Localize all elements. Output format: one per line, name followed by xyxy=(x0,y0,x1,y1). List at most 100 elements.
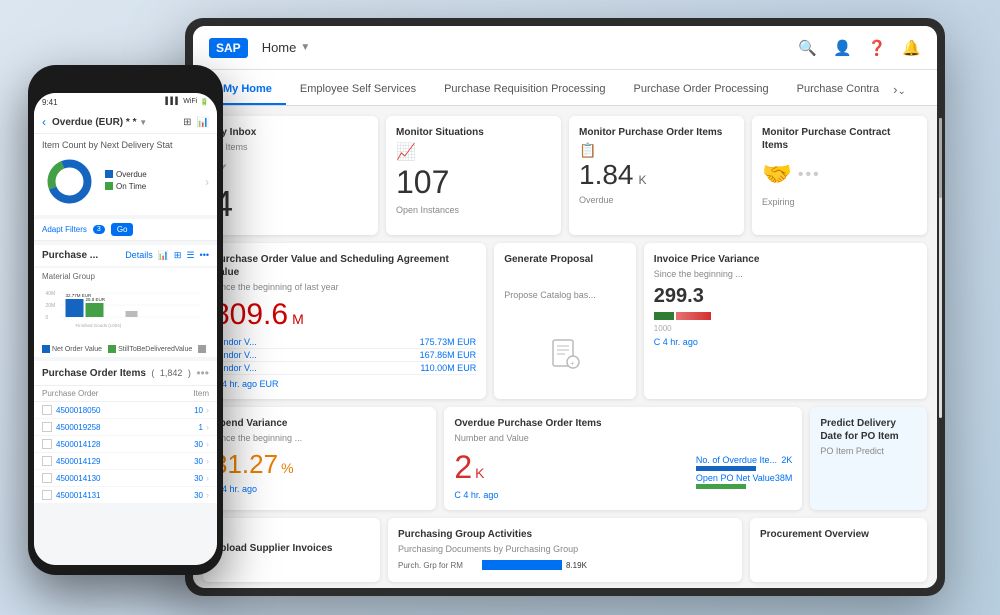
tabs-expand[interactable]: ⌄ xyxy=(898,86,906,105)
po-value-footer: C 4 hr. ago EUR xyxy=(213,379,476,389)
spend-unit: % xyxy=(281,460,293,476)
phone-title-text: Overdue (EUR) * xyxy=(52,117,130,128)
legend-ontime: On Time xyxy=(105,182,147,191)
phone-list-header: Purchase Order Items ( 1,842 ) ••• xyxy=(34,361,217,386)
row-checkbox[interactable] xyxy=(42,422,52,432)
item-number: 30 xyxy=(173,440,203,449)
overdue-footer: C 4 hr. ago xyxy=(454,490,498,500)
tab-purchase-requisition[interactable]: Purchase Requisition Processing xyxy=(430,83,619,105)
spend-title: Spend Variance xyxy=(213,417,426,430)
ontime-dot xyxy=(105,182,113,190)
overdue-bar-green xyxy=(696,484,746,489)
procurement-title: Procurement Overview xyxy=(760,528,917,541)
home-nav[interactable]: Home ▼ xyxy=(262,40,311,55)
phone-title-arrow[interactable]: ▼ xyxy=(139,118,147,127)
chart-view-icon[interactable]: 📊 xyxy=(197,117,209,128)
tile-spend-variance[interactable]: Spend Variance Since the beginning ... 3… xyxy=(203,407,436,510)
tile-generate-proposal[interactable]: Generate Proposal Propose Catalog bas...… xyxy=(494,243,636,399)
row-checkbox[interactable] xyxy=(42,439,52,449)
phone-header-actions: ⊞ 📊 xyxy=(183,117,209,128)
list-more-icon[interactable]: ••• xyxy=(196,366,209,380)
po-value-number: 809.6 xyxy=(213,298,288,332)
spend-footer: C 4 hr. ago xyxy=(213,484,426,494)
inbox-check-icon: ✓ xyxy=(213,158,368,183)
po-number: 4500018050 xyxy=(56,406,173,415)
purch-bar-label: Purch. Grp for RM xyxy=(398,561,478,570)
po-value-group: 809.6 M xyxy=(213,298,476,332)
handshake-icon: 🤝 xyxy=(762,160,792,189)
tile-my-inbox[interactable]: My Inbox All Items ✓ 4 xyxy=(203,116,378,235)
adapt-filters-button[interactable]: Adapt Filters xyxy=(42,225,87,234)
chart-title: Item Count by Next Delivery Stat xyxy=(42,140,209,150)
details-link[interactable]: Details xyxy=(125,250,153,261)
tile-invoice-price-variance[interactable]: Invoice Price Variance Since the beginni… xyxy=(644,243,927,399)
list-item[interactable]: 4500018050 10 › xyxy=(34,402,217,419)
overdue-unit: K xyxy=(475,465,484,481)
row-checkbox[interactable] xyxy=(42,490,52,500)
ipv-value: 299.3 xyxy=(654,285,917,308)
row-checkbox[interactable] xyxy=(42,473,52,483)
row-chevron[interactable]: › xyxy=(206,439,209,449)
list-count-num: 1,842 xyxy=(160,368,183,378)
donut-chart-container: Overdue On Time › xyxy=(42,154,209,209)
tab-purchase-order[interactable]: Purchase Order Processing xyxy=(620,83,783,105)
home-label: Home xyxy=(262,40,297,55)
user-icon[interactable]: 👤 xyxy=(833,39,852,57)
chart-nav-arrow[interactable]: › xyxy=(205,175,209,189)
predict-title: Predict Delivery Date for PO Item xyxy=(820,417,917,443)
tile-po-value[interactable]: Purchase Order Value and Scheduling Agre… xyxy=(203,243,486,399)
table-view-icon[interactable]: ⊞ xyxy=(183,117,191,128)
tile-purchasing-group[interactable]: Purchasing Group Activities Purchasing D… xyxy=(388,518,742,582)
list-item[interactable]: 4500014131 30 › xyxy=(34,487,217,504)
list-icon-sm[interactable]: ☰ xyxy=(186,250,194,261)
table-icon-sm[interactable]: ⊞ xyxy=(174,250,182,261)
ipv-scale: 1000 xyxy=(654,324,917,333)
legend-still-deliver: StillToBeDeliveredValue xyxy=(108,345,192,353)
svg-text:Finished Goods (L004): Finished Goods (L004) xyxy=(76,323,122,328)
item-number: 10 xyxy=(173,406,203,415)
row-checkbox[interactable] xyxy=(42,405,52,415)
tab-employee-self-services[interactable]: Employee Self Services xyxy=(286,83,430,105)
tile-overdue-po-items[interactable]: Overdue Purchase Order Items Number and … xyxy=(444,407,802,510)
tile-predict-delivery[interactable]: Predict Delivery Date for PO Item PO Ite… xyxy=(810,407,927,510)
chart-icon-sm[interactable]: 📊 xyxy=(158,250,169,261)
donut-chart xyxy=(42,154,97,209)
phone-title-area: Overdue (EUR) * * ▼ xyxy=(52,117,177,128)
help-icon[interactable]: ❓ xyxy=(868,39,887,57)
vendor-list: Vendor V... 175.73M EUR Vendor V... 167.… xyxy=(213,336,476,375)
phone-filters-bar: Adapt Filters 3 Go xyxy=(34,219,217,241)
row-chevron[interactable]: › xyxy=(206,473,209,483)
row-chevron[interactable]: › xyxy=(206,456,209,466)
phone-statusbar: 9:41 ▌▌▌ WiFi 🔋 xyxy=(34,93,217,111)
ipv-bar-red xyxy=(676,312,711,320)
overdue-stat2-label: Open PO Net Value xyxy=(696,473,775,483)
row-chevron[interactable]: › xyxy=(206,490,209,500)
tile-monitor-po-items[interactable]: Monitor Purchase Order Items 📋 1.84 K Ov… xyxy=(569,116,744,235)
tile-monitor-contract[interactable]: Monitor Purchase Contract Items 🤝 ••• Ex… xyxy=(752,116,927,235)
search-icon[interactable]: 🔍 xyxy=(798,39,817,57)
list-item[interactable]: 4500014129 30 › xyxy=(34,453,217,470)
proposal-title: Generate Proposal xyxy=(504,253,626,266)
spend-value-group: 31.27 % xyxy=(213,449,426,480)
list-item[interactable]: 4500014128 30 › xyxy=(34,436,217,453)
list-item[interactable]: 4500019258 1 › xyxy=(34,419,217,436)
row-checkbox[interactable] xyxy=(42,456,52,466)
overdue-stat1: No. of Overdue Ite... 2K xyxy=(696,455,792,465)
list-item[interactable]: 4500014130 30 › xyxy=(34,470,217,487)
legend-net-order-label: Net Order Value xyxy=(52,346,102,353)
row-chevron[interactable]: › xyxy=(206,405,209,415)
tab-purchase-contra[interactable]: Purchase Contra xyxy=(783,83,894,105)
inbox-subtitle: All Items xyxy=(213,142,368,152)
tile-upload-invoices[interactable]: Upload Supplier Invoices xyxy=(203,518,380,582)
po-items-value-group: 1.84 K xyxy=(579,159,734,191)
back-button[interactable]: ‹ xyxy=(42,115,46,129)
notification-icon[interactable]: 🔔 xyxy=(902,39,921,57)
go-button[interactable]: Go xyxy=(111,223,134,236)
list-column-headers: Purchase Order Item xyxy=(34,386,217,402)
tile-monitor-situations[interactable]: Monitor Situations 📈 107 Open Instances xyxy=(386,116,561,235)
situations-title: Monitor Situations xyxy=(396,126,551,139)
more-icon[interactable]: ••• xyxy=(200,250,209,261)
tile-procurement-overview[interactable]: Procurement Overview xyxy=(750,518,927,582)
po-items-icon: 📋 xyxy=(579,142,734,159)
row-chevron[interactable]: › xyxy=(206,422,209,432)
